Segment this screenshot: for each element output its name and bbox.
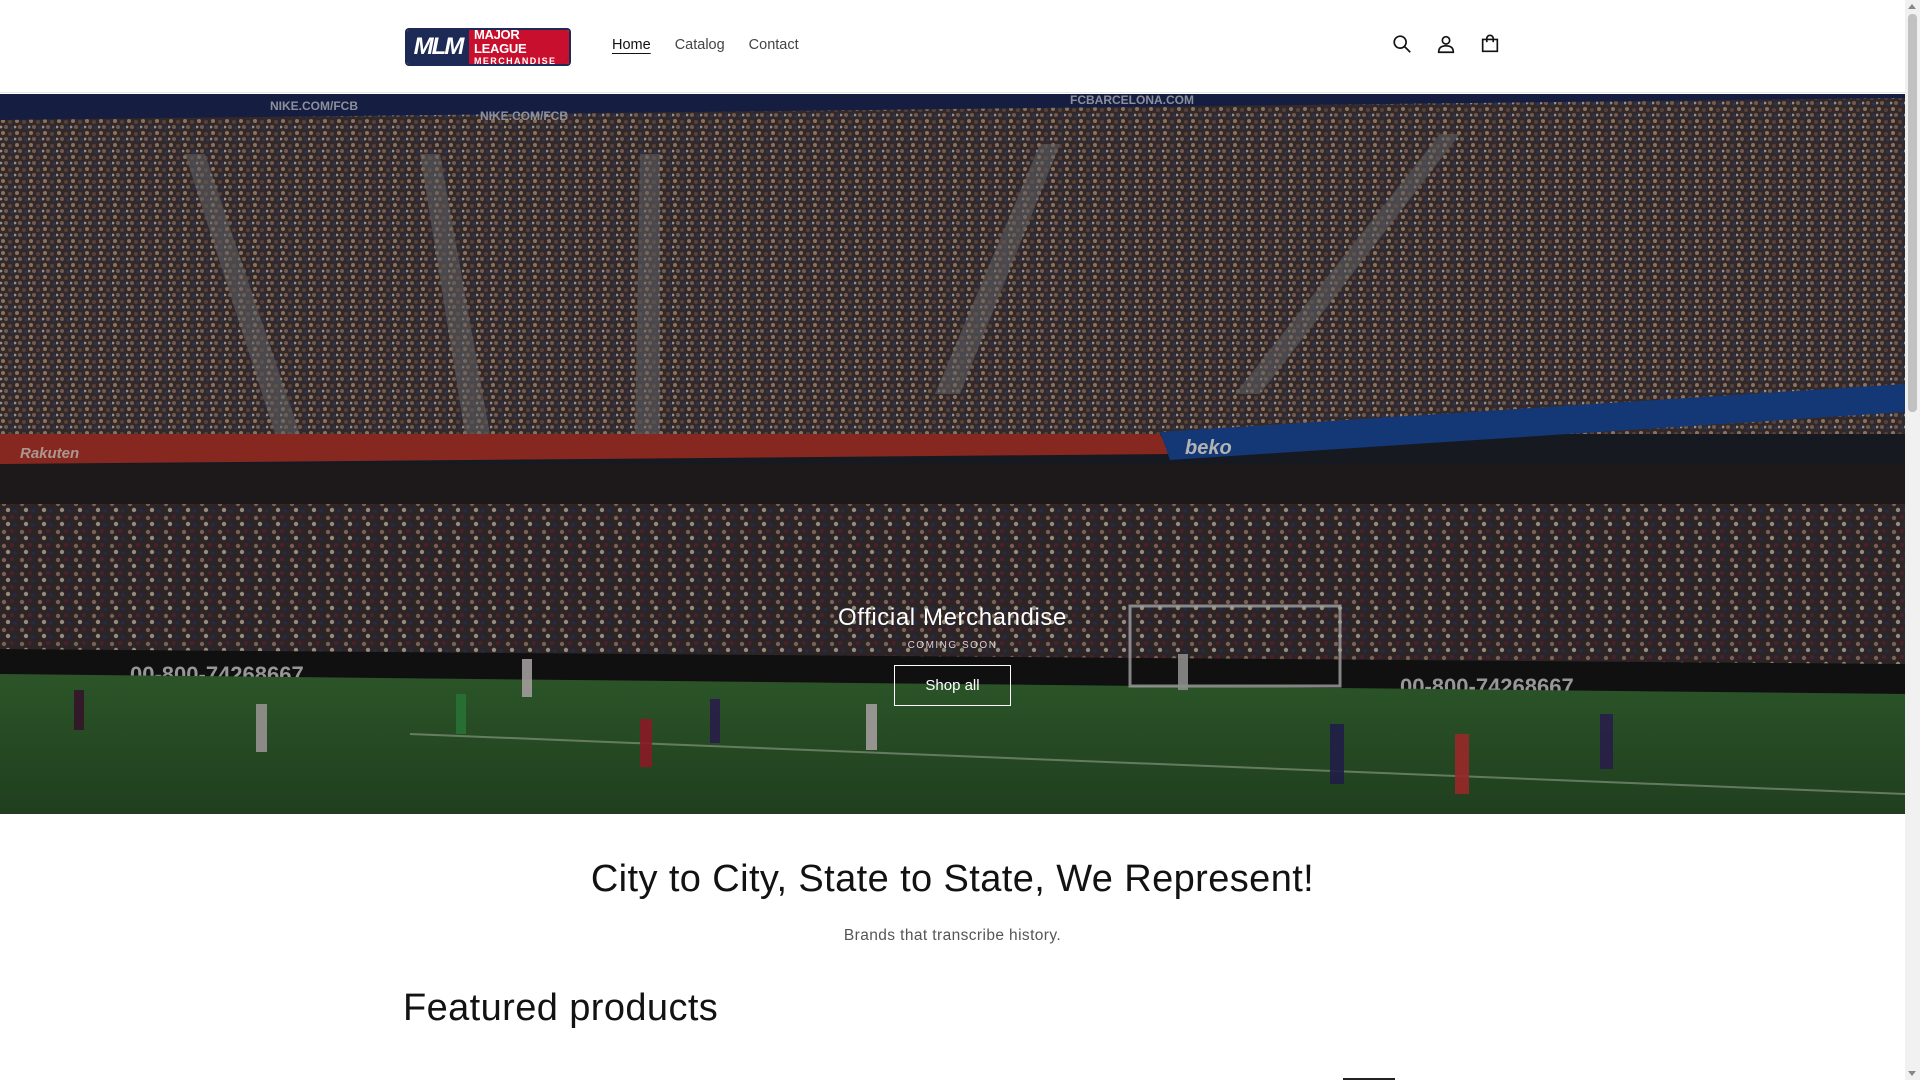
account-button[interactable] bbox=[1434, 32, 1458, 56]
search-icon bbox=[1393, 35, 1411, 53]
hero-subtitle: COMING SOON bbox=[907, 640, 998, 651]
account-icon bbox=[1437, 35, 1455, 54]
hero-banner: NIKE.COM/FCB NIKE.COM/FCB FCBARCELONA.CO… bbox=[0, 94, 1905, 814]
scroll-up-arrow-icon[interactable] bbox=[1908, 4, 1916, 9]
logo-line-1: MAJOR LEAGUE bbox=[474, 30, 527, 56]
scroll-down-arrow-icon[interactable] bbox=[1908, 1071, 1916, 1076]
brand-logo[interactable]: MLM MAJOR LEAGUE MERCHANDISE bbox=[407, 30, 569, 64]
main-nav: Home Catalog Contact bbox=[612, 37, 799, 53]
page-scrollbar[interactable] bbox=[1905, 0, 1920, 1080]
cart-icon bbox=[1481, 34, 1499, 53]
scroll-thumb[interactable] bbox=[1908, 14, 1917, 412]
nav-contact-link[interactable]: Contact bbox=[749, 37, 799, 53]
header-icons bbox=[1390, 32, 1502, 56]
hero-content: Official Merchandise COMING SOON Shop al… bbox=[0, 604, 1905, 706]
cart-button[interactable] bbox=[1478, 32, 1502, 56]
site-header: MLM MAJOR LEAGUE MERCHANDISE Home Catalo… bbox=[0, 0, 1905, 93]
nav-catalog-link[interactable]: Catalog bbox=[675, 37, 725, 53]
rich-text-section: City to City, State to State, We Represe… bbox=[0, 858, 1905, 945]
logo-wordmark: MAJOR LEAGUE MERCHANDISE bbox=[469, 30, 569, 64]
shop-all-button[interactable]: Shop all bbox=[894, 665, 1011, 706]
nav-home-link[interactable]: Home bbox=[612, 37, 651, 53]
logo-line-2: MERCHANDISE bbox=[474, 55, 557, 65]
logo-mark: MLM bbox=[407, 30, 469, 64]
hero-overlay bbox=[0, 94, 1905, 814]
rich-text-body: Brands that transcribe history. bbox=[843, 927, 1062, 944]
rich-text-heading: City to City, State to State, We Represe… bbox=[590, 858, 1315, 900]
search-button[interactable] bbox=[1390, 32, 1414, 56]
hero-title: Official Merchandise bbox=[838, 604, 1067, 631]
featured-products-heading: Featured products bbox=[403, 987, 719, 1029]
